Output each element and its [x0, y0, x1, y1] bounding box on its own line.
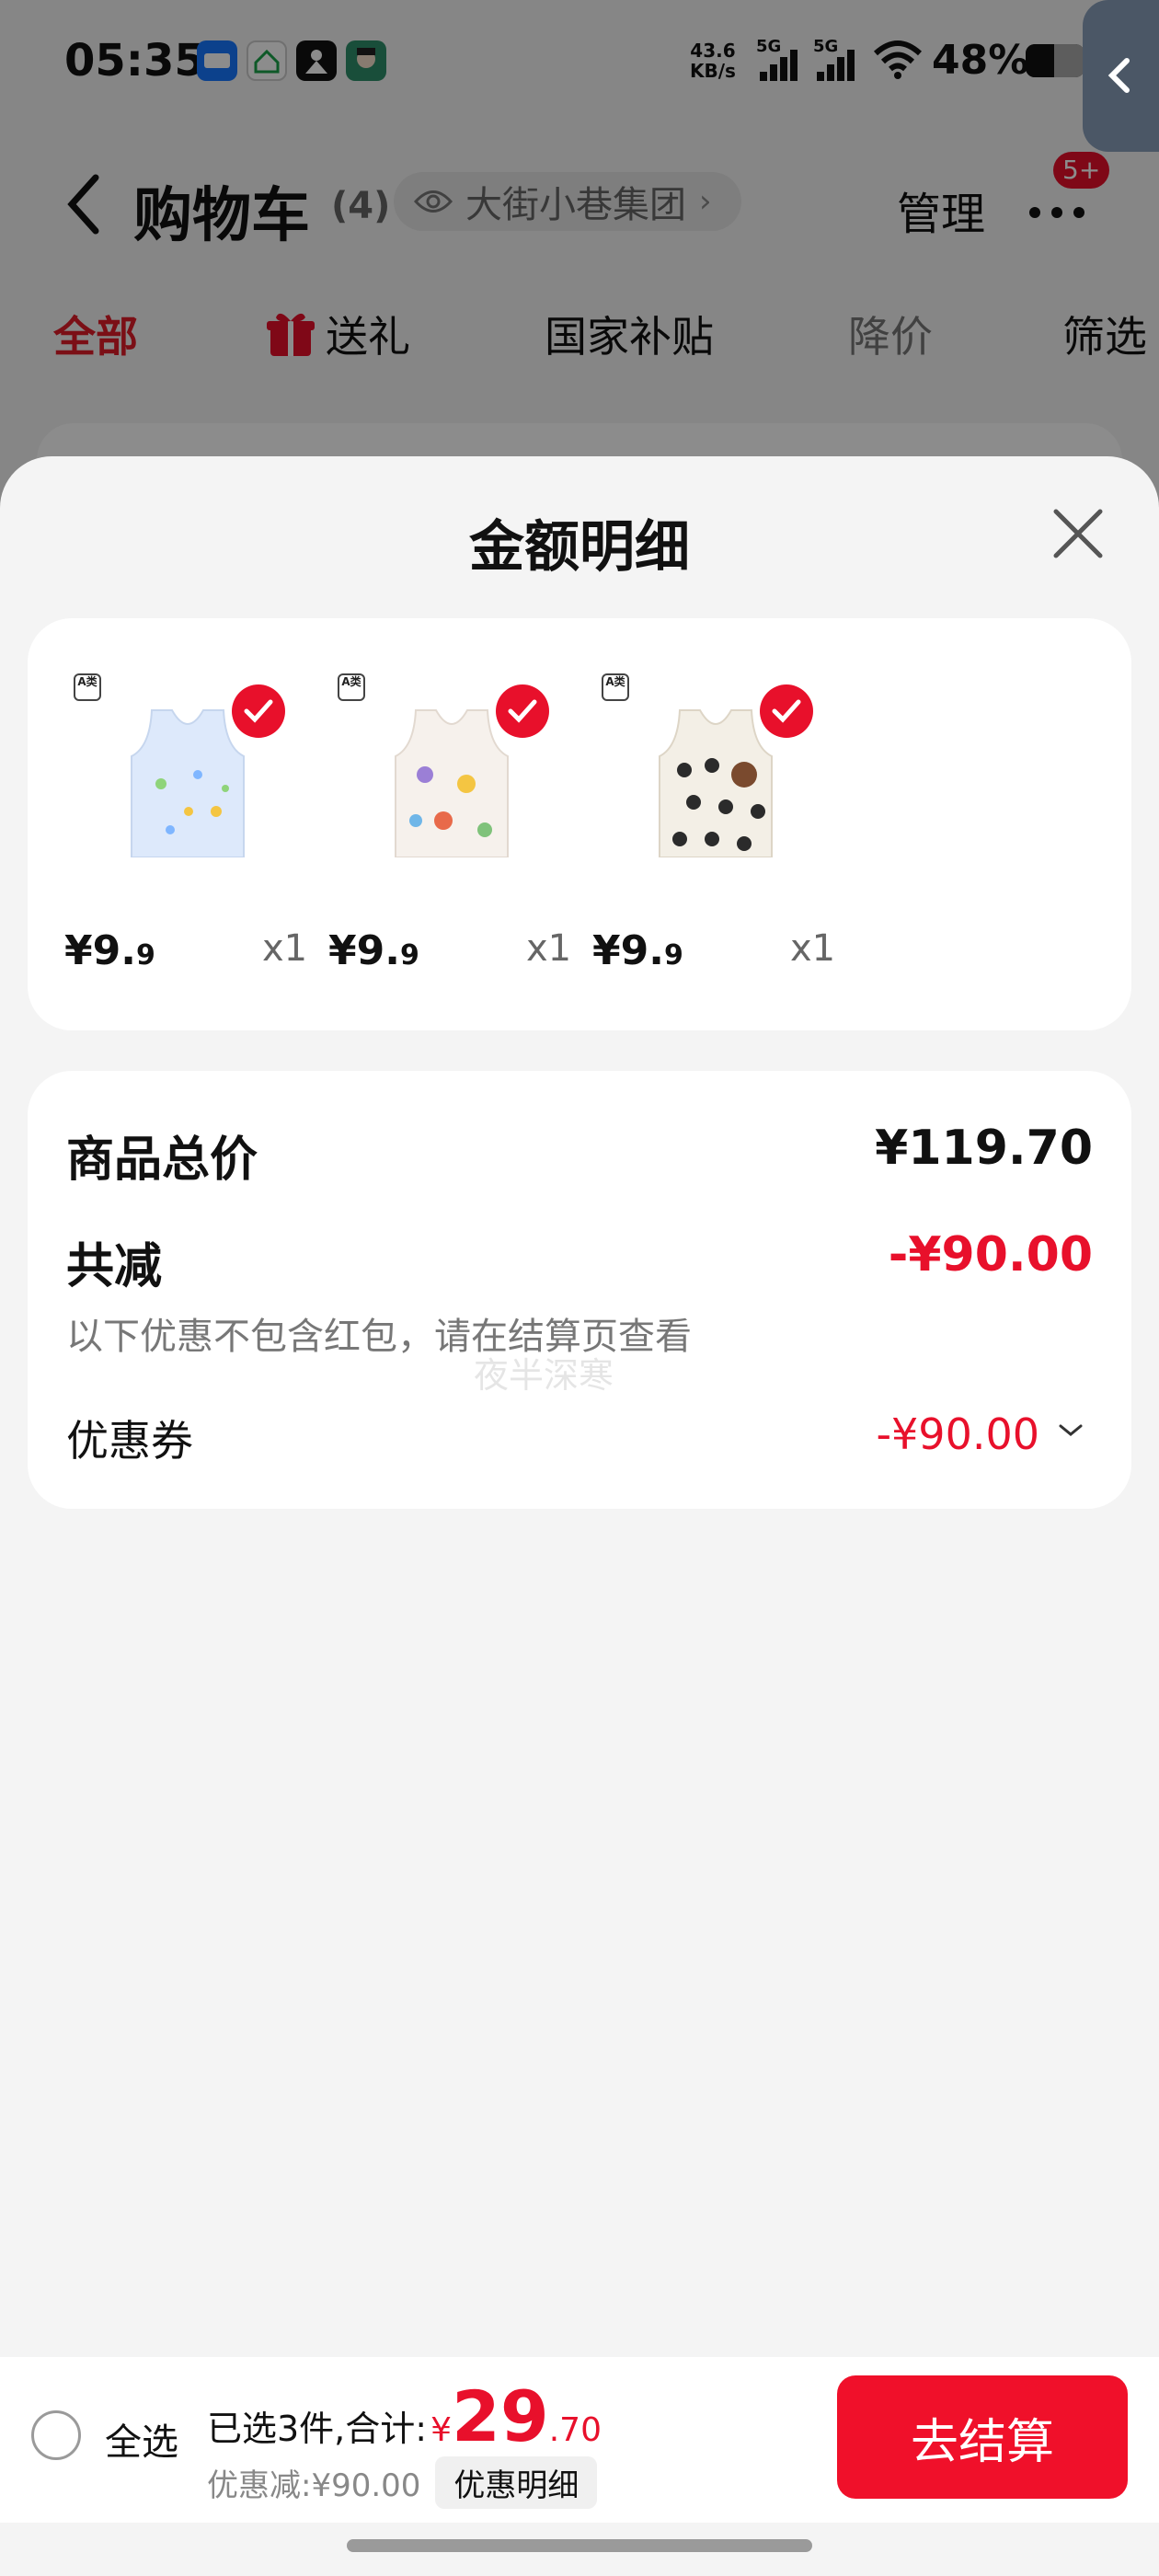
- product-item[interactable]: A类 ¥9.9 x1: [28, 618, 307, 1030]
- checkout-button[interactable]: 去结算: [837, 2375, 1128, 2499]
- checkout-bar: 全选 已选3件,合计: ¥ 29 .70 优惠减:¥90.00 优惠明细 去结算: [0, 2357, 1159, 2523]
- chevron-down-icon[interactable]: [1058, 1422, 1084, 1439]
- home-indicator[interactable]: [347, 2539, 812, 2552]
- total-amount-cents: .70: [548, 2411, 602, 2449]
- discount-amount-text: 优惠减:¥90.00: [207, 2467, 421, 2504]
- discount-detail-button[interactable]: 优惠明细: [435, 2456, 598, 2509]
- discount-label: 共减: [66, 1239, 163, 1294]
- coupon-label[interactable]: 优惠券: [66, 1408, 193, 1468]
- price-breakdown-card: 商品总价 ¥119.70 共减 -¥90.00 以下优惠不包含红包，请在结算页查…: [28, 1071, 1131, 1509]
- amount-details-sheet: 金额明细 A类 ¥9.9 x1 A类 ¥9.9 x1 A类 ¥9.9 x1 商品…: [0, 456, 1159, 2576]
- product-item[interactable]: A类 ¥9.9 x1: [292, 618, 571, 1030]
- selection-summary: 已选3件,合计: ¥ 29 .70: [207, 2375, 602, 2457]
- product-item[interactable]: A类 ¥9.9 x1: [556, 618, 835, 1030]
- category-tag-icon: A类: [74, 673, 101, 701]
- watermark: 夜半深寒: [474, 1355, 614, 1396]
- product-price: ¥9.9: [592, 927, 683, 974]
- selected-products-card: A类 ¥9.9 x1 A类 ¥9.9 x1 A类 ¥9.9 x1: [28, 618, 1131, 1030]
- side-back-tab[interactable]: [1083, 0, 1159, 152]
- product-price: ¥9.9: [64, 927, 155, 974]
- discount-value: -¥90.00: [888, 1227, 1093, 1282]
- discount-summary: 优惠减:¥90.00 优惠明细: [207, 2456, 598, 2509]
- select-all-label[interactable]: 全选: [105, 2412, 178, 2466]
- total-price-label: 商品总价: [66, 1133, 258, 1188]
- select-all-radio[interactable]: [31, 2410, 81, 2460]
- currency-symbol: ¥: [430, 2411, 452, 2449]
- check-icon[interactable]: [496, 684, 549, 738]
- check-icon[interactable]: [760, 684, 813, 738]
- total-amount: 29: [451, 2375, 549, 2457]
- category-tag-icon: A类: [338, 673, 365, 701]
- product-quantity: x1: [790, 927, 836, 970]
- category-tag-icon: A类: [602, 673, 629, 701]
- chevron-left-icon: [1107, 58, 1130, 93]
- close-icon[interactable]: [1049, 504, 1107, 563]
- product-price: ¥9.9: [328, 927, 419, 974]
- total-price-value: ¥119.70: [875, 1121, 1093, 1176]
- selected-count-text: 已选3件,合计:: [207, 2409, 428, 2449]
- coupon-value[interactable]: -¥90.00: [876, 1409, 1039, 1459]
- sheet-title: 金额明细: [469, 515, 690, 580]
- check-icon[interactable]: [232, 684, 285, 738]
